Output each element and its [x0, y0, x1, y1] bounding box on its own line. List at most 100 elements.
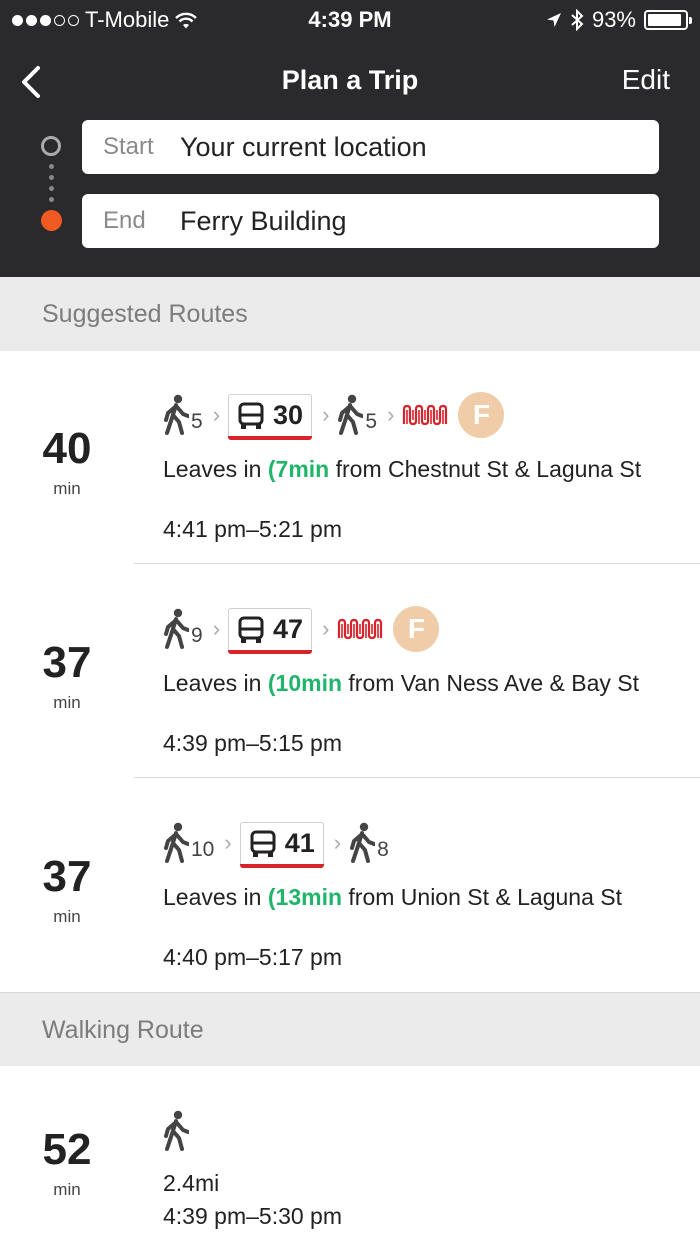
end-field[interactable]: End Ferry Building	[82, 194, 659, 248]
walk-segment: 8	[349, 822, 389, 864]
duration-value: 37	[42, 638, 92, 687]
time-range: 4:39 pm–5:15 pm	[163, 730, 343, 756]
walk-segment: 9	[163, 608, 203, 650]
end-marker-icon	[41, 210, 62, 231]
time-range: 4:40 pm–5:17 pm	[163, 944, 343, 970]
start-field[interactable]: Start Your current location	[82, 120, 659, 174]
duration-unit: min	[53, 479, 81, 498]
departure-stop: from Union St & Laguna St	[348, 884, 623, 910]
route-segments: 5 › 30 › 5 › F	[163, 390, 505, 440]
walk-minutes: 9	[191, 624, 203, 647]
start-marker-icon	[41, 136, 61, 156]
walk-minutes: 5	[365, 410, 378, 433]
battery-percent: 93%	[591, 7, 636, 32]
walk-minutes: 10	[191, 838, 215, 861]
header: T-Mobile 4:39 PM 93% Plan a Trip Edit St…	[0, 0, 700, 277]
bluetooth-icon	[571, 9, 584, 31]
location-arrow-icon	[546, 13, 561, 27]
time-range: 4:39 pm–5:30 pm	[163, 1203, 343, 1229]
f-line-badge: F	[393, 606, 440, 652]
walking-person-icon	[164, 1110, 189, 1151]
status-right: 93%	[546, 7, 692, 33]
chevron-right-icon: ›	[212, 402, 221, 427]
bus-number: 41	[284, 828, 315, 858]
route-option-2[interactable]: 37 min 9 › 47 › F Leaves in (10min from …	[0, 565, 700, 778]
duration-value: 37	[42, 852, 92, 901]
section-header-walking: Walking Route	[0, 992, 700, 1066]
departure-stop: from Chestnut St & Laguna St	[335, 456, 642, 482]
leaves-prefix: Leaves in	[163, 456, 262, 482]
realtime-minutes: 13min	[275, 884, 343, 910]
walking-person-icon	[164, 608, 189, 649]
divider	[134, 563, 700, 564]
walking-person-icon	[338, 394, 364, 435]
walking-person-icon	[164, 394, 189, 435]
leaves-prefix: Leaves in	[163, 670, 262, 696]
walk-segment: 10	[163, 822, 214, 864]
bus-icon	[238, 616, 264, 643]
bus-icon	[250, 830, 276, 857]
realtime-minutes: 7min	[275, 456, 330, 482]
route-duration: 52 min	[0, 1128, 134, 1200]
route-segments	[163, 1106, 189, 1156]
walk-minutes: 5	[191, 410, 203, 433]
edit-button[interactable]: Edit	[622, 64, 670, 96]
bus-icon	[238, 402, 264, 429]
f-line-badge: F	[458, 392, 505, 438]
route-segments: 9 › 47 › F	[163, 604, 440, 654]
route-line-indicator	[40, 136, 64, 232]
duration-value: 52	[42, 1125, 92, 1174]
duration-unit: min	[53, 1180, 81, 1199]
walk-segment: 5	[337, 394, 377, 436]
muni-logo-icon	[338, 618, 383, 640]
walking-route-option[interactable]: 52 min 2.4mi 4:39 pm–5:30 pm	[0, 1066, 700, 1245]
end-label: End	[103, 207, 146, 234]
battery-icon	[644, 10, 692, 30]
leaves-prefix: Leaves in	[163, 884, 262, 910]
route-segments: 10 › 41 › 8	[163, 818, 389, 868]
route-option-3[interactable]: 37 min 10 › 41 › 8 Leaves in (13min from…	[0, 779, 700, 992]
bus-number: 30	[273, 400, 304, 430]
status-bar: T-Mobile 4:39 PM 93%	[0, 0, 700, 40]
walk-segment	[163, 1110, 189, 1152]
walking-person-icon	[164, 822, 189, 863]
realtime-signal-icon: (	[267, 456, 276, 482]
page-title: Plan a Trip	[281, 65, 419, 95]
chevron-right-icon: ›	[322, 616, 330, 641]
divider	[134, 777, 700, 778]
realtime-minutes: 10min	[275, 670, 343, 696]
nav-bar: Plan a Trip Edit	[0, 56, 700, 106]
route-duration: 40 min	[0, 427, 134, 499]
duration-value: 40	[42, 424, 92, 473]
bus-route-badge: 47	[228, 608, 313, 654]
duration-unit: min	[53, 907, 81, 926]
bus-number: 47	[273, 614, 304, 644]
route-duration: 37 min	[0, 855, 134, 927]
departure-info: Leaves in (7min from Chestnut St & Lagun…	[163, 455, 670, 484]
realtime-signal-icon: (	[267, 670, 276, 696]
realtime-signal-icon: (	[267, 884, 276, 910]
time-range: 4:41 pm–5:21 pm	[163, 516, 343, 542]
start-value[interactable]: Your current location	[180, 132, 427, 163]
start-label: Start	[103, 133, 154, 160]
departure-info: Leaves in (13min from Union St & Laguna …	[163, 883, 670, 912]
duration-unit: min	[53, 693, 81, 712]
chevron-right-icon: ›	[333, 830, 342, 855]
bus-route-badge: 41	[239, 822, 324, 868]
walk-segment: 5	[163, 394, 203, 436]
chevron-right-icon: ›	[224, 830, 232, 855]
battery-fill	[648, 14, 682, 26]
muni-logo-icon	[403, 404, 448, 426]
route-duration: 37 min	[0, 641, 134, 713]
departure-stop: from Van Ness Ave & Bay St	[348, 670, 640, 696]
chevron-right-icon: ›	[387, 402, 395, 427]
chevron-right-icon: ›	[322, 402, 330, 427]
walk-minutes: 8	[377, 838, 389, 861]
departure-info: Leaves in (10min from Van Ness Ave & Bay…	[163, 669, 670, 698]
end-value[interactable]: Ferry Building	[180, 206, 347, 237]
walking-person-icon	[350, 822, 376, 863]
bus-route-badge: 30	[228, 394, 313, 440]
chevron-right-icon: ›	[212, 616, 221, 641]
walking-distance: 2.4mi	[163, 1170, 220, 1196]
route-option-1[interactable]: 40 min 5 › 30 › 5 › F Leaves in (7min fr…	[0, 351, 700, 564]
